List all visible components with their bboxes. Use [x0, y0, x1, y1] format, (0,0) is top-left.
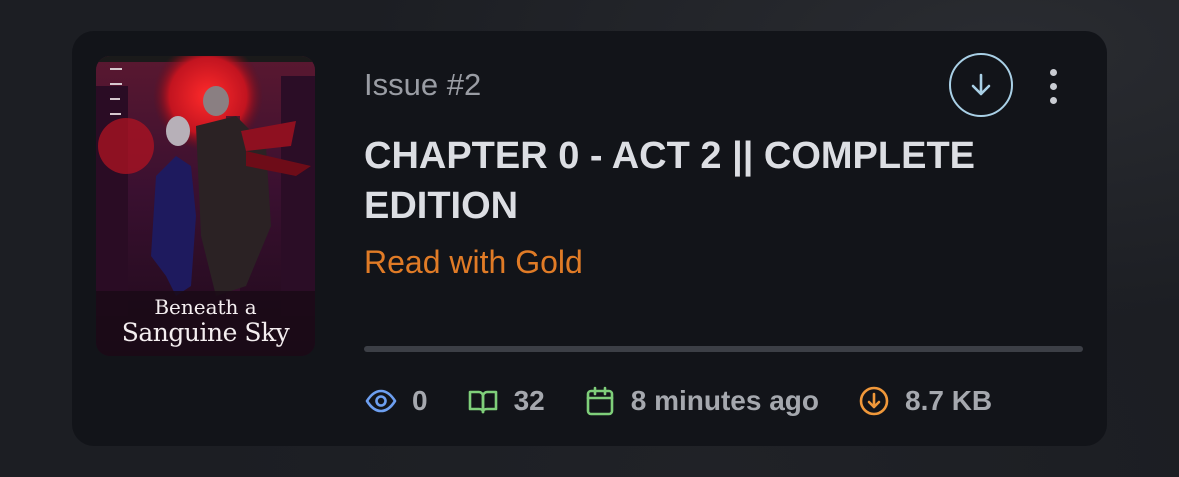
read-progress-bar — [364, 346, 1083, 352]
file-size: 8.7 KB — [905, 385, 993, 416]
more-vertical-icon — [1049, 68, 1057, 76]
published-stat: 8 minutes ago — [583, 384, 819, 418]
views-count: 0 — [412, 385, 428, 416]
cover-title-line2: Sanguine Sky — [121, 318, 290, 347]
pages-stat: 32 — [466, 384, 545, 418]
read-with-gold-link[interactable]: Read with Gold — [364, 242, 583, 282]
download-circle-icon — [971, 73, 991, 96]
cover-image[interactable]: Beneath a Sanguine Sky — [96, 56, 315, 356]
views-stat: 0 — [364, 384, 428, 418]
pages-count: 32 — [513, 385, 545, 416]
calendar-icon — [583, 384, 617, 418]
more-options-button[interactable] — [1040, 61, 1066, 111]
cover-title-line1: Beneath a — [154, 295, 257, 319]
eye-icon — [364, 384, 398, 418]
book-open-icon — [466, 384, 500, 418]
more-vertical-icon-dot — [1049, 96, 1057, 104]
download-button[interactable] — [949, 53, 1013, 117]
issue-title[interactable]: CHAPTER 0 - ACT 2 || COMPLETE EDITION — [364, 131, 1044, 231]
size-stat: 8.7 KB — [857, 384, 992, 418]
published-time: 8 minutes ago — [630, 385, 819, 416]
issue-card[interactable]: Beneath a Sanguine Sky Issue #2 CHAPTER … — [72, 31, 1107, 446]
download-icon — [857, 384, 891, 418]
issue-stats: 0 32 8 minutes ago 8.7 KB — [364, 381, 1030, 421]
more-vertical-icon-dot — [1049, 82, 1057, 90]
issue-number: Issue #2 — [364, 67, 482, 102]
